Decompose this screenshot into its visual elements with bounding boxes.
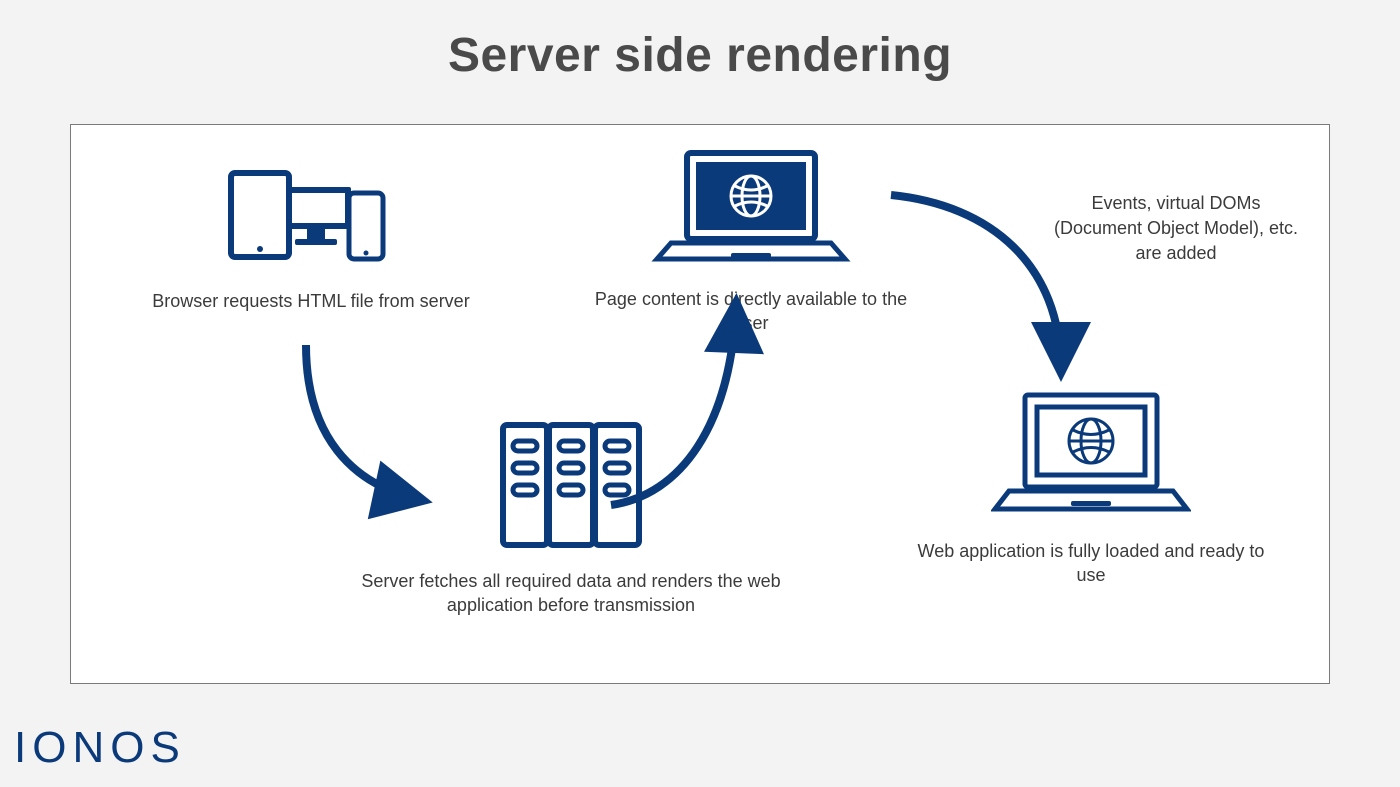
server-rack-icon bbox=[491, 415, 651, 555]
node-app-caption: Web application is fully loaded and read… bbox=[911, 539, 1271, 588]
node-server: Server fetches all required data and ren… bbox=[361, 415, 781, 618]
diagram-title: Server side rendering bbox=[0, 0, 1400, 83]
laptop-globe-icon bbox=[651, 143, 851, 273]
arrow-page-to-app bbox=[891, 195, 1061, 370]
laptop-globe-outline-icon bbox=[991, 385, 1191, 525]
diagram-panel: Browser requests HTML file from server bbox=[70, 124, 1330, 684]
node-server-caption: Server fetches all required data and ren… bbox=[361, 569, 781, 618]
arrow-label-events: Events, virtual DOMs (Document Object Mo… bbox=[1046, 191, 1306, 267]
node-app: Web application is fully loaded and read… bbox=[911, 385, 1271, 588]
brand-logo: IONOS bbox=[14, 723, 186, 773]
node-page: Page content is directly available to th… bbox=[591, 143, 911, 336]
node-browser: Browser requests HTML file from server bbox=[151, 165, 471, 313]
node-browser-caption: Browser requests HTML file from server bbox=[151, 289, 471, 313]
devices-icon bbox=[221, 165, 401, 275]
node-page-caption: Page content is directly available to th… bbox=[591, 287, 911, 336]
